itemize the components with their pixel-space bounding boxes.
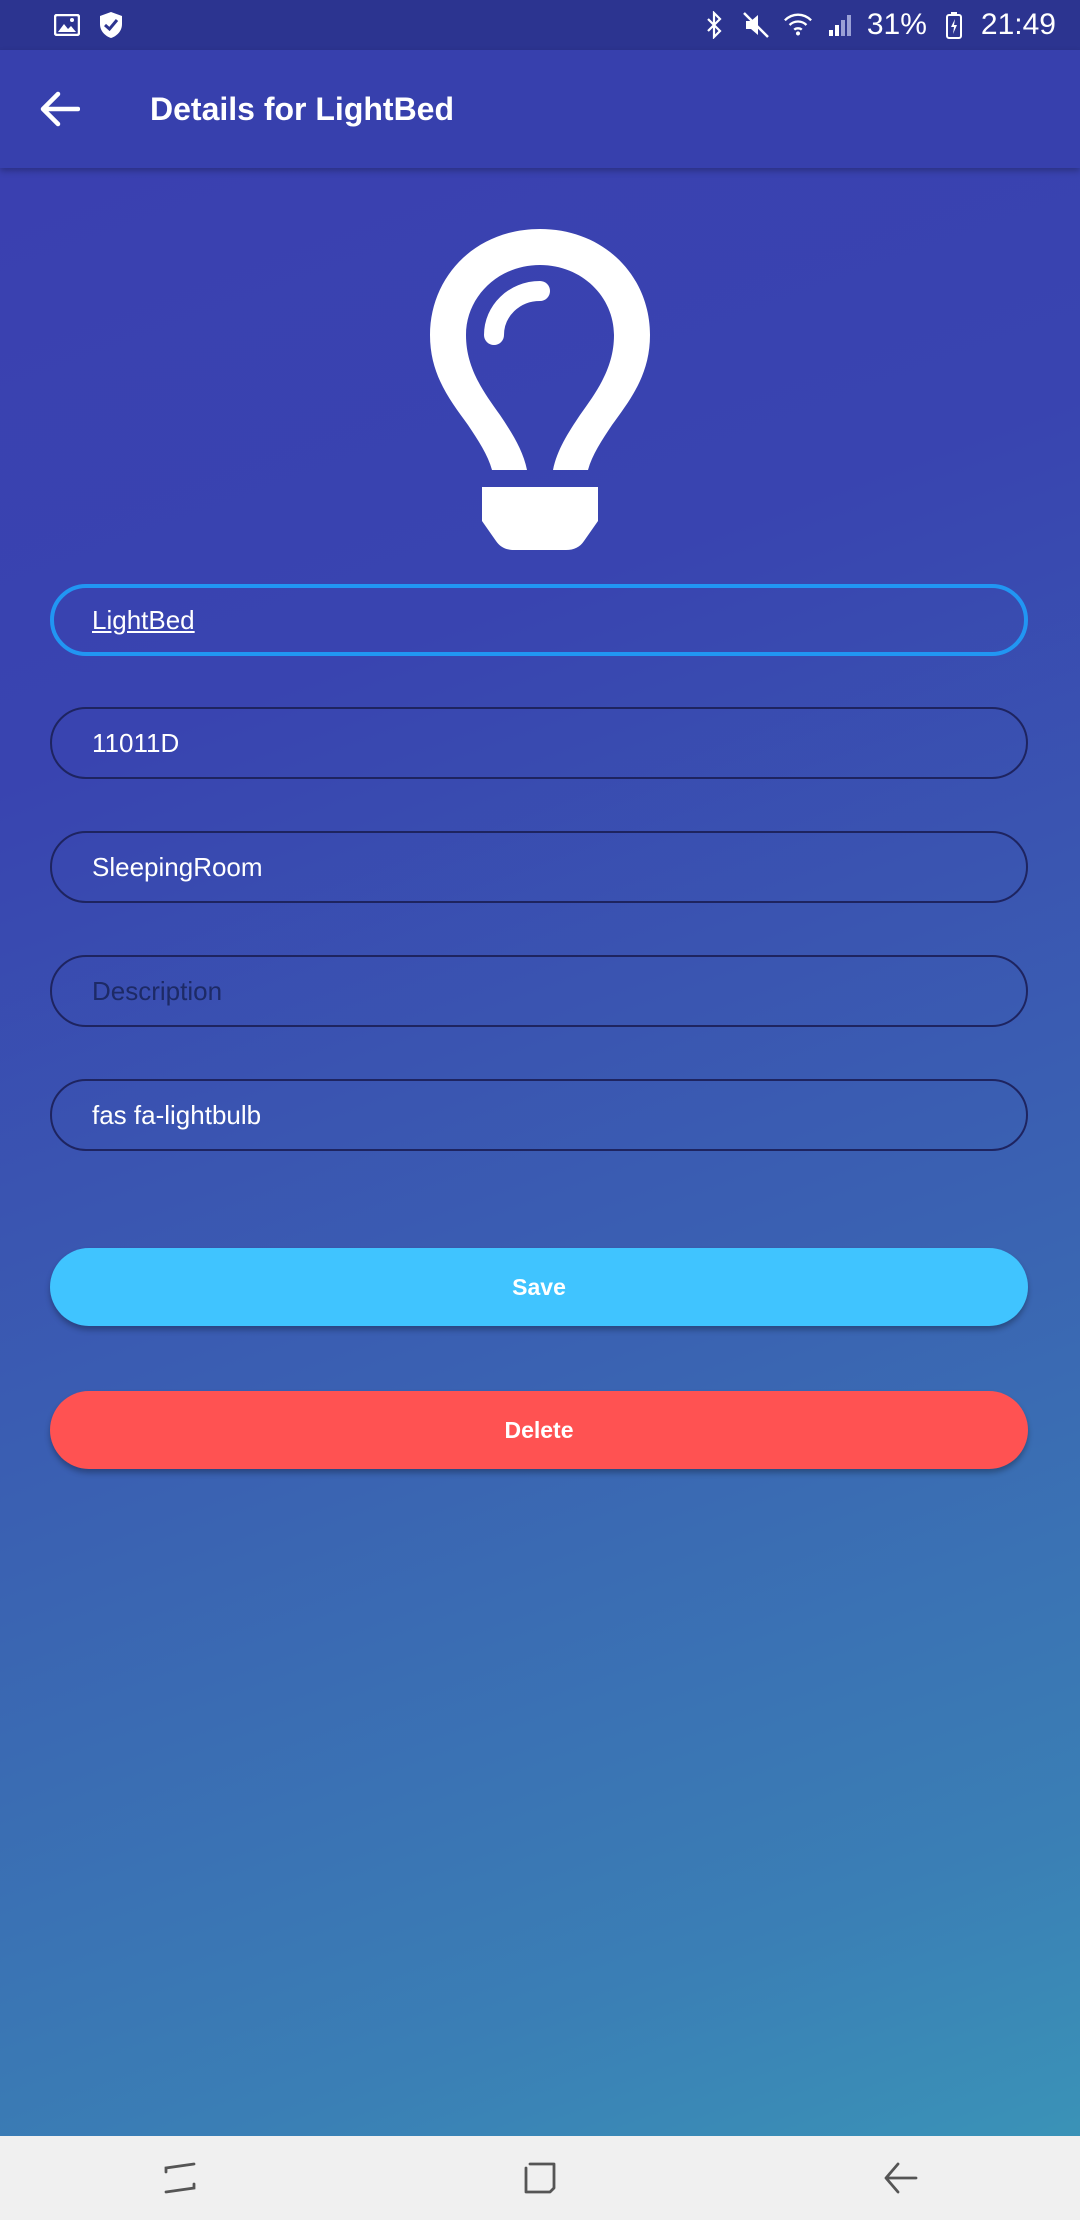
- app-bar: Details for LightBed: [0, 50, 1080, 168]
- clock: 21:49: [980, 8, 1056, 41]
- delete-button[interactable]: Delete: [50, 1391, 1028, 1469]
- system-nav-bar: [0, 2136, 1080, 2220]
- lightbulb-icon: [430, 229, 650, 550]
- wifi-icon: [783, 10, 813, 40]
- status-left: [52, 10, 126, 40]
- system-back-button[interactable]: [850, 2143, 950, 2213]
- status-right: 31% 21:49: [699, 8, 1056, 42]
- back-button[interactable]: [0, 50, 120, 168]
- battery-percent: 31%: [866, 8, 927, 41]
- room-input-value: SleepingRoom: [92, 851, 263, 882]
- icon-class-input-value: fas fa-lightbulb: [92, 1099, 262, 1130]
- signal-icon: [825, 10, 855, 40]
- recent-apps-icon: [164, 2162, 196, 2194]
- name-input-value: LightBed: [92, 604, 195, 635]
- arrow-left-icon: [40, 91, 80, 127]
- gallery-icon: [52, 10, 82, 40]
- home-icon: [524, 2162, 556, 2194]
- code-input[interactable]: 11011D: [50, 707, 1028, 779]
- device-icon: [420, 225, 660, 555]
- bluetooth-icon: [699, 10, 729, 40]
- description-input[interactable]: Description: [50, 955, 1028, 1027]
- page-title: Details for LightBed: [150, 90, 455, 127]
- shield-check-icon: [96, 10, 126, 40]
- save-button[interactable]: Save: [50, 1248, 1028, 1326]
- home-button[interactable]: [490, 2143, 590, 2213]
- room-input[interactable]: SleepingRoom: [50, 831, 1028, 903]
- recent-apps-button[interactable]: [130, 2143, 230, 2213]
- battery-icon: [939, 10, 969, 40]
- icon-class-input[interactable]: fas fa-lightbulb: [50, 1079, 1028, 1151]
- name-input[interactable]: LightBed: [50, 584, 1028, 656]
- description-input-placeholder: Description: [92, 975, 223, 1006]
- status-bar: 31% 21:49: [0, 0, 1080, 50]
- code-input-value: 11011D: [92, 727, 180, 758]
- back-icon: [884, 2162, 918, 2194]
- mute-icon: [741, 10, 771, 40]
